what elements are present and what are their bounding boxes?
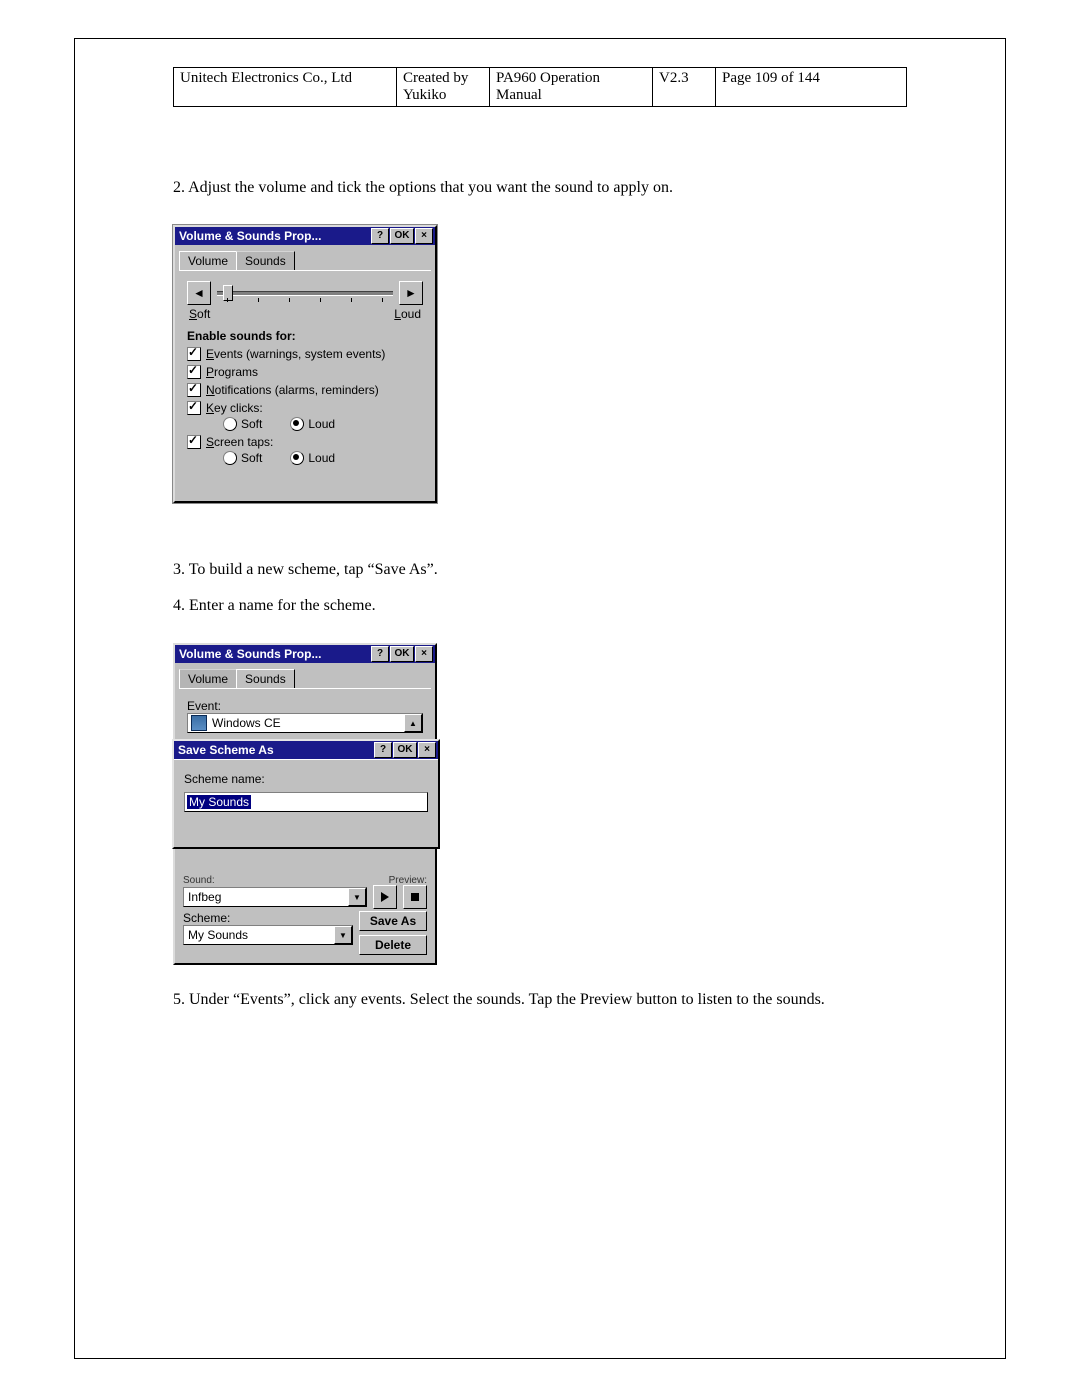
checkbox-events[interactable] (187, 347, 201, 361)
scheme-value: My Sounds (184, 928, 334, 942)
loud-label: Loud (394, 307, 421, 321)
sub-ok-button[interactable]: OK (393, 742, 417, 758)
sub-close-button[interactable]: × (418, 742, 436, 758)
header-table: Unitech Electronics Co., Ltd Created by … (173, 67, 907, 107)
ok-button[interactable]: OK (390, 228, 414, 244)
windows-icon (191, 715, 207, 731)
chevron-down-icon[interactable]: ▼ (348, 888, 366, 906)
play-icon (381, 892, 389, 902)
save-as-button[interactable]: Save As (359, 911, 427, 931)
radio-loud-label-2: Loud (308, 451, 335, 465)
help-button-2[interactable]: ? (371, 646, 389, 662)
volume-up-button[interactable]: ► (399, 281, 423, 305)
tab-volume-2[interactable]: Volume (179, 669, 237, 688)
help-button[interactable]: ? (371, 228, 389, 244)
bottom-area: Sound: Preview: Infbeg ▼ Scheme: My (175, 875, 435, 961)
radio-soft-label-2: Soft (241, 451, 262, 465)
titlebar-2: Volume & Sounds Prop... ? OK × (175, 645, 435, 663)
sound-value: Infbeg (184, 890, 348, 904)
radio-screentaps-loud[interactable] (290, 451, 304, 465)
window-title-2: Volume & Sounds Prop... (177, 647, 370, 661)
hdr-created: Created by Yukiko (397, 68, 490, 107)
checkbox-keyclicks[interactable] (187, 401, 201, 415)
step-5: 5. Under “Events”, click any events. Sel… (173, 991, 907, 1009)
close-button[interactable]: × (415, 228, 433, 244)
cut-preview-label: Preview: (389, 875, 427, 883)
step-2: 2. Adjust the volume and tick the option… (173, 179, 907, 197)
volume-down-button[interactable]: ◄ (187, 281, 211, 305)
volume-panel: ◄ ► Soft Loud Enable sounds for: (179, 270, 431, 501)
checkbox-screentaps-label: Screen taps: (206, 435, 273, 449)
scheme-dropdown[interactable]: My Sounds ▼ (183, 925, 353, 945)
soft-label: Soft (189, 307, 210, 321)
tab-sounds-2[interactable]: Sounds (236, 669, 295, 688)
stop-icon (411, 893, 419, 901)
event-value: Windows CE (210, 716, 404, 730)
checkbox-events-label: Events (warnings, system events) (206, 347, 385, 361)
tab-volume[interactable]: Volume (179, 251, 237, 270)
volume-sounds-dialog-2: Volume & Sounds Prop... ? OK × Volume So… (173, 643, 437, 965)
delete-button[interactable]: Delete (359, 935, 427, 955)
save-scheme-dialog: Save Scheme As ? OK × Scheme name: My So… (172, 739, 440, 849)
chevron-up-icon[interactable]: ▲ (404, 714, 422, 732)
close-button-2[interactable]: × (415, 646, 433, 662)
checkbox-notifications[interactable] (187, 383, 201, 397)
radio-soft-label: Soft (241, 417, 262, 431)
hdr-doc: PA960 Operation Manual (490, 68, 653, 107)
radio-screentaps-soft[interactable] (223, 451, 237, 465)
radio-keyclicks-loud[interactable] (290, 417, 304, 431)
step-3: 3. To build a new scheme, tap “Save As”. (173, 561, 907, 579)
window-title: Volume & Sounds Prop... (177, 229, 370, 243)
titlebar: Volume & Sounds Prop... ? OK × (175, 227, 435, 245)
checkbox-programs-label: Programs (206, 365, 258, 379)
scheme-label: Scheme: (183, 911, 353, 925)
ok-button-2[interactable]: OK (390, 646, 414, 662)
checkbox-screentaps[interactable] (187, 435, 201, 449)
volume-slider[interactable] (217, 282, 393, 304)
hdr-version: V2.3 (653, 68, 716, 107)
sound-dropdown[interactable]: Infbeg ▼ (183, 887, 367, 907)
event-label: Event: (187, 699, 423, 713)
hdr-company: Unitech Electronics Co., Ltd (174, 68, 397, 107)
enable-sounds-label: Enable sounds for: (187, 329, 423, 343)
checkbox-notifications-label: Notifications (alarms, reminders) (206, 383, 379, 397)
sub-help-button[interactable]: ? (374, 742, 392, 758)
sounds-panel: Event: Windows CE ▲ (179, 688, 431, 739)
checkbox-keyclicks-label: Key clicks: (206, 401, 263, 415)
scheme-name-value: My Sounds (187, 795, 251, 809)
tab-sounds[interactable]: Sounds (236, 251, 295, 270)
sub-titlebar: Save Scheme As ? OK × (174, 741, 438, 759)
page-frame: Unitech Electronics Co., Ltd Created by … (74, 38, 1006, 1359)
volume-sounds-dialog-1: Volume & Sounds Prop... ? OK × Volume So… (173, 225, 437, 503)
cut-sound-label: Sound: (183, 875, 215, 883)
step-4: 4. Enter a name for the scheme. (173, 597, 907, 615)
scheme-name-input[interactable]: My Sounds (184, 792, 428, 812)
scheme-name-label: Scheme name: (184, 772, 428, 786)
chevron-down-icon-2[interactable]: ▼ (334, 926, 352, 944)
checkbox-programs[interactable] (187, 365, 201, 379)
preview-play-button[interactable] (373, 885, 397, 909)
sub-title: Save Scheme As (176, 743, 373, 757)
radio-keyclicks-soft[interactable] (223, 417, 237, 431)
preview-stop-button[interactable] (403, 885, 427, 909)
event-dropdown[interactable]: Windows CE ▲ (187, 713, 423, 733)
radio-loud-label: Loud (308, 417, 335, 431)
document-page: Unitech Electronics Co., Ltd Created by … (0, 0, 1080, 1397)
hdr-page: Page 109 of 144 (716, 68, 907, 107)
